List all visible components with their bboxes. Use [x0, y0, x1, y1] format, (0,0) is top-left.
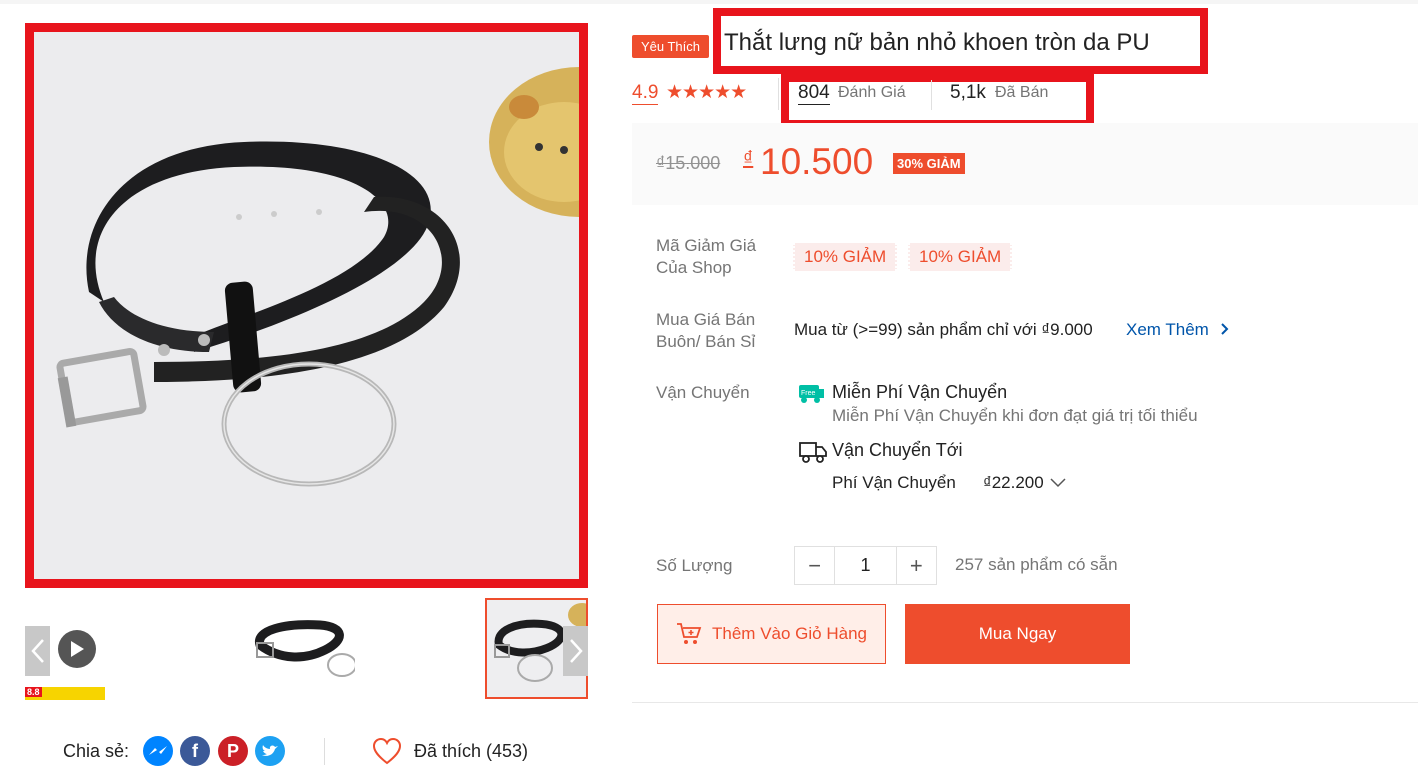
add-to-cart-button[interactable]: Thêm Vào Giỏ Hàng	[657, 604, 886, 664]
messenger-icon[interactable]	[143, 736, 173, 766]
sale-88-badge: 8.8	[25, 687, 105, 700]
shipping-fee-label: Phí Vận Chuyển	[832, 473, 956, 492]
svg-text:Free: Free	[801, 390, 816, 397]
share-label: Chia sẻ:	[63, 741, 130, 761]
stats-divider	[931, 80, 932, 110]
chevron-down-icon	[1050, 478, 1066, 488]
truck-icon	[799, 440, 827, 464]
see-more-label: Xem Thêm	[1126, 320, 1209, 339]
twitter-icon[interactable]	[255, 736, 285, 766]
rating-stars-icon: ★★★★★	[666, 82, 747, 103]
pinterest-icon[interactable]: P	[218, 736, 248, 766]
original-price: ₫15.000	[656, 153, 721, 173]
top-strip	[0, 0, 1418, 4]
cart-plus-icon	[677, 623, 702, 644]
shipping-fee-value: ₫22.200	[983, 473, 1044, 492]
facebook-glyph: f	[192, 740, 198, 761]
chevron-right-icon	[1220, 323, 1228, 335]
pinterest-glyph: P	[226, 740, 239, 761]
quantity-input[interactable]: 1	[834, 547, 897, 584]
voucher-label: Mã Giảm Giá Của Shop	[656, 236, 757, 277]
add-to-cart-label: Thêm Vào Giỏ Hàng	[712, 624, 867, 643]
quantity-label: Số Lượng	[656, 556, 733, 575]
quantity-decrease-button[interactable]: −	[795, 547, 834, 584]
product-title: Thắt lưng nữ bản nhỏ khoen tròn da PU	[724, 29, 1150, 56]
discount-badge: 30% GIẢM	[893, 153, 965, 174]
wholesale-label: Mua Giá Bán Buôn/ Bán Sỉ	[656, 310, 756, 351]
quantity-stepper: − 1 +	[794, 546, 937, 585]
facebook-icon[interactable]: f	[180, 736, 210, 766]
section-divider	[632, 702, 1418, 703]
voucher-tag-1[interactable]: 10% GIẢM	[793, 243, 898, 271]
free-shipping-icon: Free	[796, 384, 825, 404]
rating-score[interactable]: 4.9	[632, 82, 659, 105]
video-play-button[interactable]	[58, 630, 96, 668]
thumbnail-prev-button[interactable]	[25, 626, 50, 676]
thumbnail-next-button[interactable]	[563, 626, 588, 676]
current-price: 10.500	[760, 141, 874, 182]
shipping-fee-dropdown[interactable]: ₫22.200	[983, 473, 1066, 493]
review-label: Đánh Giá	[838, 84, 906, 101]
sale-badge-text: 8.8	[25, 687, 42, 697]
stock-available: 257 sản phẩm có sẵn	[955, 555, 1118, 574]
chevron-right-icon	[569, 639, 583, 663]
share-divider	[324, 738, 325, 765]
wholesale-text: Mua từ (>=99) sản phẩm chỉ với ₫9.000	[794, 320, 1093, 339]
quantity-increase-button[interactable]: +	[897, 547, 936, 584]
rating-divider	[778, 78, 779, 110]
shipping-label: Vận Chuyển	[656, 383, 750, 402]
chevron-left-icon	[30, 639, 44, 663]
favorite-badge: Yêu Thích	[632, 35, 709, 58]
sold-count: 5,1k	[950, 82, 986, 103]
review-count[interactable]: 804	[798, 82, 830, 105]
see-more-link[interactable]: Xem Thêm	[1126, 320, 1229, 340]
play-icon	[71, 641, 84, 657]
shipping-to-label: Vận Chuyển Tới	[832, 440, 963, 460]
thumbnail-belt-1[interactable]	[245, 605, 357, 685]
free-shipping-title: Miễn Phí Vận Chuyển	[832, 382, 1008, 402]
buy-now-button[interactable]: Mua Ngay	[905, 604, 1130, 664]
voucher-tag-2[interactable]: 10% GIẢM	[908, 243, 1013, 271]
currency-symbol: ₫	[743, 148, 754, 170]
free-shipping-subtitle: Miễn Phí Vận Chuyển khi đơn đạt giá trị …	[832, 406, 1198, 425]
heart-icon[interactable]	[372, 737, 402, 770]
sold-label: Đã Bán	[995, 84, 1049, 101]
like-count: Đã thích (453)	[414, 741, 529, 761]
main-product-image[interactable]	[25, 23, 588, 588]
